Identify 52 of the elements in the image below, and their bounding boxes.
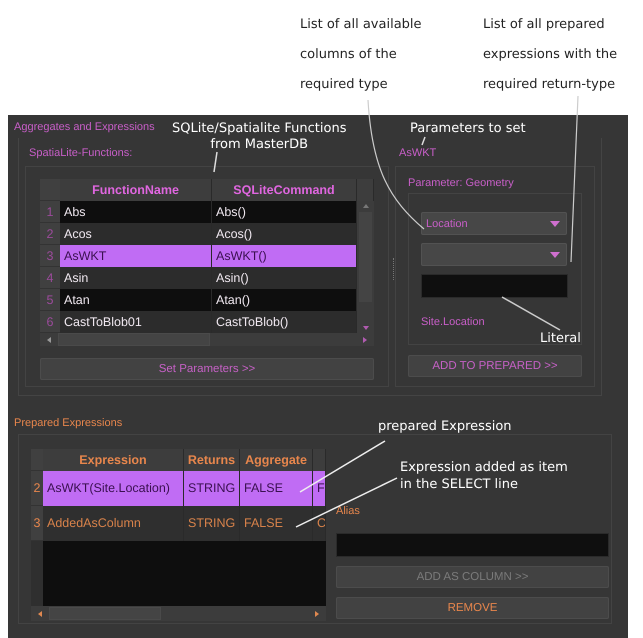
table-cell: FALSE	[240, 471, 313, 506]
table-cell: Abs	[60, 201, 212, 223]
table-cell: AsWKT(Site.Location)	[43, 471, 184, 506]
scrollbar[interactable]	[31, 606, 326, 621]
group-label: Parameter: Geometry	[408, 176, 514, 191]
table-row[interactable]: 2 Acos Acos()	[40, 223, 357, 245]
row-number: 2	[31, 471, 43, 506]
table-cell: Abs()	[212, 201, 357, 223]
table-row[interactable]: 6 CastToBlob01 CastToBlob()	[40, 311, 357, 333]
table-row[interactable]: 2 AsWKT(Site.Location) STRING FALSE F	[31, 471, 326, 506]
scrollbar[interactable]	[40, 333, 374, 346]
table-cell: F	[313, 471, 326, 506]
group-label: SpatiaLite-Functions:	[28, 146, 132, 160]
column-dropdown[interactable]: Location	[421, 212, 567, 235]
leader-line	[213, 152, 218, 172]
table-row[interactable]: 4 Asin Asin()	[40, 267, 357, 289]
annotation: SQLite/Spatialite Functions from MasterDB	[172, 121, 346, 153]
table-cell: Atan()	[212, 289, 357, 311]
alias-label: Alias	[336, 505, 361, 519]
add-to-prepared-button[interactable]: ADD TO PREPARED >>	[408, 355, 582, 377]
annotation: Literal	[540, 331, 581, 347]
annotation: List of all available columns of the required type	[300, 16, 422, 94]
annotation: Expression added as item in the SELECT line	[400, 459, 568, 493]
row-number: 1	[40, 201, 60, 223]
source-label: Site.Location	[421, 316, 486, 328]
action-button[interactable]: REMOVE	[336, 597, 609, 619]
annotation: Parameters to set	[410, 121, 526, 137]
table-cell: AsWKT()	[212, 245, 357, 267]
table-row[interactable]: 3 AsWKT AsWKT()	[40, 245, 357, 267]
row-number: 3	[31, 506, 43, 541]
leader-line	[502, 296, 560, 331]
caret-icon	[550, 252, 560, 258]
literal-field[interactable]	[421, 274, 568, 298]
row-number: 4	[40, 267, 60, 289]
caret-icon	[550, 220, 560, 226]
alias-field[interactable]	[336, 533, 609, 557]
annotation: List of all prepared expressions with the required return-type	[483, 16, 618, 94]
row-number: 2	[40, 223, 60, 245]
row-number: 3	[40, 245, 60, 267]
group-label: AsWKT	[398, 146, 436, 160]
table-cell: STRING	[184, 471, 240, 506]
table-cell: AsWKT	[60, 245, 212, 267]
splitter-handle[interactable]	[393, 258, 395, 280]
row-number: 6	[40, 311, 60, 333]
annotation: prepared Expression	[378, 419, 512, 435]
table-row[interactable]: 1 Abs Abs()	[40, 201, 357, 223]
row-number: 5	[40, 289, 60, 311]
section-title: Prepared Expressions	[14, 416, 122, 431]
set-parameters-button[interactable]: Set Parameters >>	[40, 358, 374, 380]
table-row[interactable]: 5 Atan Atan()	[40, 289, 357, 311]
table-cell: Atan	[60, 289, 212, 311]
section-title: Aggregates and Expressions	[14, 120, 155, 135]
